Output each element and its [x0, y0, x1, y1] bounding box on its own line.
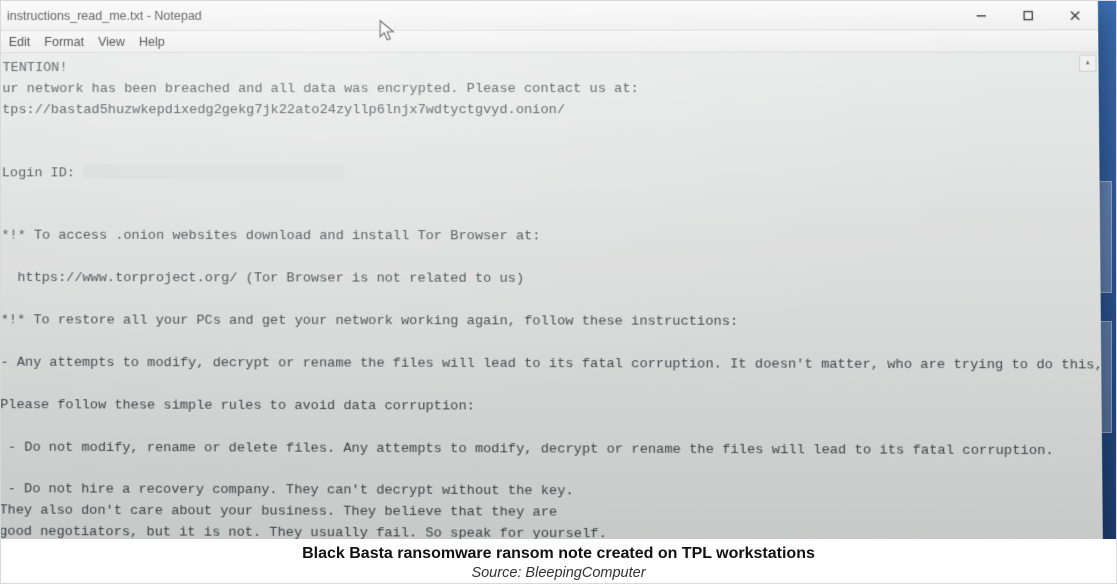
maximize-button[interactable] [1004, 1, 1051, 30]
scrollbar-up-button[interactable]: ▴ [1079, 55, 1097, 72]
window-controls [957, 1, 1098, 29]
menu-bar: Edit Format View Help [1, 30, 1098, 53]
note-line: TENTION! [2, 61, 67, 76]
note-line: - Do not modify, rename or delete files.… [1, 440, 1054, 459]
note-line: ur network has been breached and all dat… [2, 82, 638, 97]
article-figure: instructions_read_me.txt - Notepad Edit … [0, 0, 1117, 584]
note-line: *!* To access .onion websites download a… [1, 229, 540, 245]
notepad-text-area[interactable]: ▴ TENTION! ur network has been breached a… [1, 53, 1103, 539]
menu-help[interactable]: Help [139, 34, 165, 48]
figure-caption: Black Basta ransomware ransom note creat… [1, 539, 1116, 583]
note-line: https://www.torproject.org/ (Tor Browser… [1, 271, 524, 287]
menu-edit[interactable]: Edit [9, 34, 31, 48]
note-line: - Do not hire a recovery company. They c… [1, 482, 574, 499]
close-button[interactable] [1051, 1, 1098, 30]
titlebar[interactable]: instructions_read_me.txt - Notepad [1, 1, 1098, 31]
screenshot-photo: instructions_read_me.txt - Notepad Edit … [1, 1, 1116, 539]
note-line: Please follow these simple rules to avoi… [1, 398, 475, 415]
redacted-login-id [83, 164, 345, 178]
note-line: - Any attempts to modify, decrypt or ren… [1, 355, 1103, 373]
minimize-button[interactable] [957, 1, 1004, 30]
note-login-label: Login ID: [2, 166, 75, 181]
menu-view[interactable]: View [98, 34, 125, 48]
minimize-icon [975, 10, 986, 21]
note-line: They also don't care about your business… [1, 504, 557, 521]
menu-format[interactable]: Format [44, 34, 84, 48]
notepad-window: instructions_read_me.txt - Notepad Edit … [1, 1, 1103, 539]
note-line: *!* To restore all your PCs and get your… [1, 313, 738, 330]
maximize-icon [1022, 10, 1033, 21]
caption-source: Source: BleepingComputer [5, 565, 1112, 581]
caption-title: Black Basta ransomware ransom note creat… [5, 545, 1112, 563]
note-line: good negotiators, but it is not. They us… [1, 525, 607, 539]
note-line: tps://bastad5huzwkepdixedg2gekg7jk22ato2… [2, 103, 565, 118]
close-icon [1069, 10, 1080, 21]
window-title: instructions_read_me.txt - Notepad [7, 8, 202, 22]
